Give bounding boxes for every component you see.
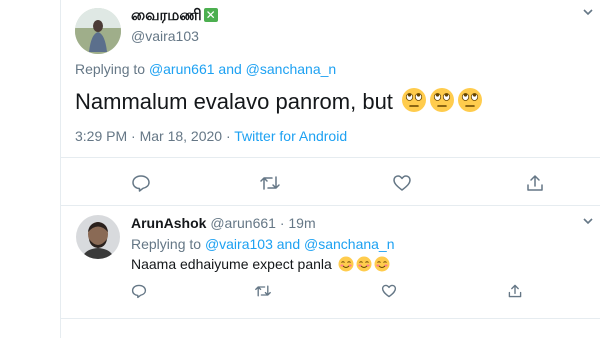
timeline-left-border [60,0,61,338]
smiling-emoji-icon [356,256,372,275]
mention-link[interactable]: @vaira103 [205,236,273,252]
avatar[interactable] [75,8,121,54]
divider [61,318,600,319]
display-name[interactable]: வைரமணி ✕ [131,7,218,26]
mention-link[interactable]: @sanchana_n [304,236,395,252]
like-icon[interactable] [381,283,397,299]
divider [61,205,600,206]
replying-to: Replying to @arun661 and @sanchana_n [75,61,336,77]
display-name[interactable]: ArunAshok [131,215,206,231]
avatar[interactable] [76,215,120,259]
chevron-down-icon[interactable] [582,6,594,18]
rolling-eyes-emoji-icon [429,87,455,119]
chevron-down-icon[interactable] [582,215,594,227]
tweet-text: Nammalum evalavo panrom, but [75,87,483,119]
rolling-eyes-emoji-icon [401,87,427,119]
mention-link[interactable]: @arun661 [149,61,215,77]
replying-and: and [218,61,242,77]
smiling-emoji-icon [374,256,390,275]
mention-link[interactable]: @sanchana_n [246,61,337,77]
user-handle[interactable]: @vaira103 [131,28,199,44]
timestamp[interactable]: 3:29 PM · Mar 18, 2020 · [75,128,231,144]
smiling-emoji-icon [338,256,354,275]
tweet-text-content: Naama edhaiyume expect panla [131,256,332,272]
user-handle-time[interactable]: @arun661 · 19m [210,215,315,231]
share-icon[interactable] [507,283,523,299]
reply-icon[interactable] [131,283,147,299]
rolling-eyes-emoji-icon [457,87,483,119]
tweet-meta: 3:29 PM · Mar 18, 2020 · Twitter for And… [75,128,347,144]
replying-and: and [276,236,301,252]
tweet-text: Naama edhaiyume expect panla [131,256,390,275]
display-name-text: வைரமணி [131,7,202,24]
replying-to-label: Replying to [131,236,202,252]
like-icon[interactable] [392,173,412,193]
divider [61,157,600,158]
source-link[interactable]: Twitter for Android [234,128,347,144]
reply-icon[interactable] [131,173,151,193]
share-icon[interactable] [525,173,545,193]
reply-header: ArunAshok @arun661 · 19m [131,215,316,231]
replying-to-label: Replying to [75,61,146,77]
verified-check-icon: ✕ [203,8,218,22]
retweet-icon[interactable] [254,283,272,299]
retweet-icon[interactable] [259,173,281,193]
replying-to: Replying to @vaira103 and @sanchana_n [131,236,395,252]
tweet-text-content: Nammalum evalavo panrom, but [75,89,393,114]
